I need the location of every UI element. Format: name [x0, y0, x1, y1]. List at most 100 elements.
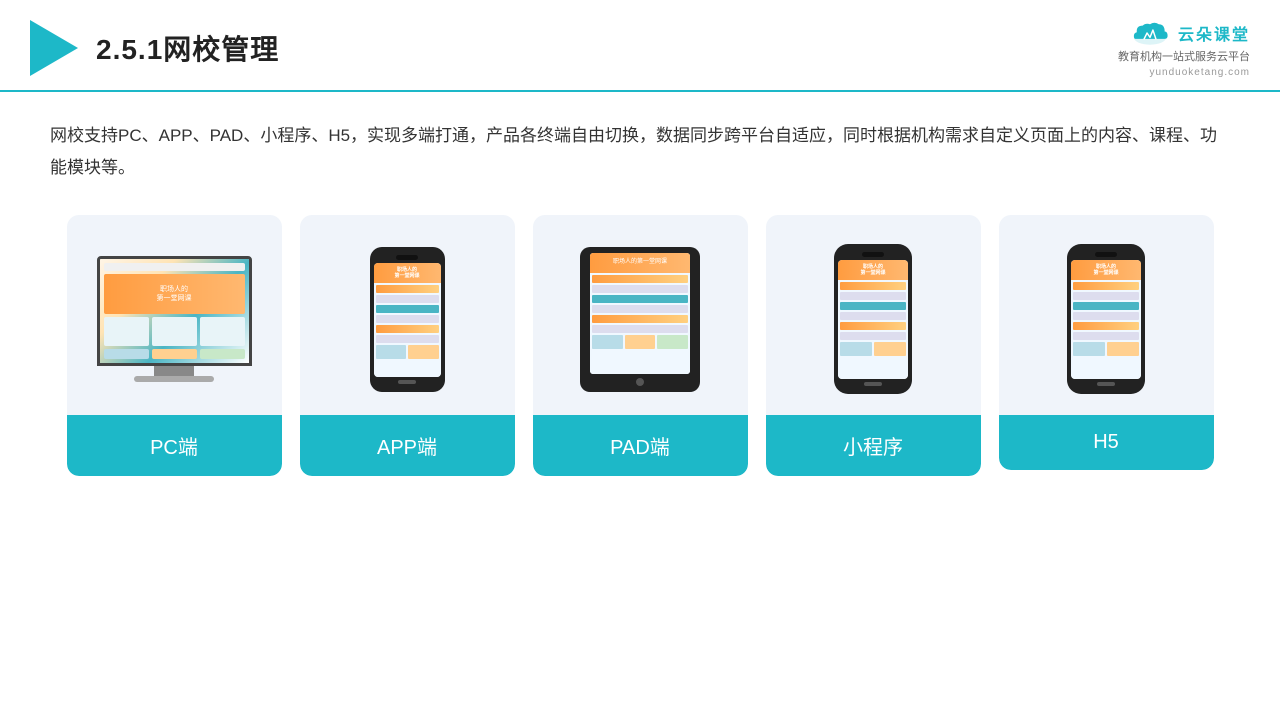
- pc-col-3: [200, 317, 245, 346]
- app-header-text: 职场人的第一堂网课: [394, 267, 419, 279]
- pc-col-2: [152, 317, 197, 346]
- mini-row-grid: [840, 342, 906, 356]
- pc-mockup: 职场人的第一堂网课: [97, 256, 252, 382]
- card-pad-label: PAD端: [533, 415, 748, 476]
- mini-row-4: [840, 312, 906, 320]
- pad-tablet-body: 职场人的第一堂网课: [580, 247, 700, 392]
- app-phone-notch: [396, 255, 418, 260]
- pc-col-1: [104, 317, 149, 346]
- app-row-1: [376, 285, 439, 293]
- mini-grid-2: [874, 342, 906, 356]
- h5-image-area: 职场人的第一堂网课: [999, 215, 1214, 415]
- pad-grid-3: [657, 335, 688, 349]
- main-content: 网校支持PC、APP、PAD、小程序、H5，实现多端打通，产品各终端自由切换，数…: [0, 92, 1280, 496]
- h5-grid-1: [1073, 342, 1105, 356]
- card-pc-label: PC端: [67, 415, 282, 476]
- pc-screen-rows: [104, 317, 245, 346]
- app-grid-1: [376, 345, 407, 359]
- app-row-2: [376, 295, 439, 303]
- card-mini-label: 小程序: [766, 415, 981, 476]
- app-row-4: [376, 315, 439, 323]
- card-app: 职场人的第一堂网课: [300, 215, 515, 476]
- mini-phone-notch: [862, 252, 884, 257]
- h5-row-1: [1073, 282, 1139, 290]
- mini-row-1: [840, 282, 906, 290]
- h5-phone-notch: [1095, 252, 1117, 257]
- h5-screen-header: 职场人的第一堂网课: [1071, 260, 1141, 280]
- app-row-grid: [376, 345, 439, 359]
- h5-phone-mockup: 职场人的第一堂网课: [1067, 244, 1145, 394]
- h5-grid-2: [1107, 342, 1139, 356]
- cloud-icon: [1128, 18, 1172, 48]
- pad-row-5: [592, 315, 688, 323]
- pc-bottom-2: [152, 349, 197, 359]
- mini-phone-body: 职场人的第一堂网课: [834, 244, 912, 394]
- card-h5: 职场人的第一堂网课: [999, 215, 1214, 470]
- pc-screen: 职场人的第一堂网课: [97, 256, 252, 366]
- pc-bottom-1: [104, 349, 149, 359]
- pad-row-3: [592, 295, 688, 303]
- mini-header-text: 职场人的第一堂网课: [860, 264, 885, 276]
- card-pad: 职场人的第一堂网课: [533, 215, 748, 476]
- pc-screen-banner: 职场人的第一堂网课: [104, 274, 245, 314]
- mini-phone-mockup: 职场人的第一堂网课: [834, 244, 912, 394]
- mini-screen-header: 职场人的第一堂网课: [838, 260, 908, 280]
- app-phone-body: 职场人的第一堂网课: [370, 247, 445, 392]
- app-image-area: 职场人的第一堂网课: [300, 215, 515, 415]
- description-text: 网校支持PC、APP、PAD、小程序、H5，实现多端打通，产品各终端自由切换，数…: [50, 120, 1230, 183]
- mini-phone-screen: 职场人的第一堂网课: [838, 260, 908, 379]
- pad-row-2: [592, 285, 688, 293]
- pc-stand: [154, 366, 194, 376]
- pad-row-grid: [592, 335, 688, 349]
- mini-home-btn: [864, 382, 882, 386]
- app-home-btn: [398, 380, 416, 384]
- page-title: 2.5.1网校管理: [96, 28, 279, 68]
- brand-logo: 云朵课堂 教育机构一站式服务云平台 yunduoketang.com: [1118, 18, 1250, 78]
- header-right: 云朵课堂 教育机构一站式服务云平台 yunduoketang.com: [1118, 18, 1250, 78]
- mini-image-area: 职场人的第一堂网课: [766, 215, 981, 415]
- h5-row-3: [1073, 302, 1139, 310]
- pad-row-6: [592, 325, 688, 333]
- header-left: 2.5.1网校管理: [30, 20, 279, 76]
- pad-home-dot: [636, 378, 644, 386]
- app-row-3: [376, 305, 439, 313]
- h5-row-2: [1073, 292, 1139, 300]
- app-row-5: [376, 325, 439, 333]
- brand-slogan: 教育机构一站式服务云平台: [1118, 50, 1250, 65]
- app-phone-mockup: 职场人的第一堂网课: [370, 247, 445, 392]
- pc-bottom-3: [200, 349, 245, 359]
- mini-row-2: [840, 292, 906, 300]
- card-h5-label: H5: [999, 415, 1214, 470]
- app-screen-header: 职场人的第一堂网课: [374, 263, 441, 283]
- card-app-label: APP端: [300, 415, 515, 476]
- pad-grid-1: [592, 335, 623, 349]
- app-phone-screen: 职场人的第一堂网课: [374, 263, 441, 377]
- h5-row-grid: [1073, 342, 1139, 356]
- app-grid-2: [408, 345, 439, 359]
- pad-image-area: 职场人的第一堂网课: [533, 215, 748, 415]
- pad-grid-2: [625, 335, 656, 349]
- mini-row-5: [840, 322, 906, 330]
- card-mini: 职场人的第一堂网课: [766, 215, 981, 476]
- app-screen-body: [374, 283, 441, 377]
- pc-bottom-rows: [104, 349, 245, 359]
- brand-logo-icon: 云朵课堂: [1128, 18, 1250, 48]
- pad-screen-header: 职场人的第一堂网课: [590, 253, 690, 273]
- mini-screen-body: [838, 280, 908, 379]
- mini-grid-1: [840, 342, 872, 356]
- h5-screen-body: [1071, 280, 1141, 379]
- pad-tablet-mockup: 职场人的第一堂网课: [580, 247, 700, 392]
- h5-home-btn: [1097, 382, 1115, 386]
- pc-screen-content: 职场人的第一堂网课: [100, 259, 249, 363]
- mini-row-3: [840, 302, 906, 310]
- brand-url: yunduoketang.com: [1149, 67, 1250, 78]
- h5-row-6: [1073, 332, 1139, 340]
- pc-image-area: 职场人的第一堂网课: [67, 215, 282, 415]
- pc-screen-bar: [104, 263, 245, 271]
- pad-tablet-screen: 职场人的第一堂网课: [590, 253, 690, 374]
- pad-header-text: 职场人的第一堂网课: [590, 253, 690, 265]
- h5-phone-body: 职场人的第一堂网课: [1067, 244, 1145, 394]
- app-row-6: [376, 335, 439, 343]
- pad-screen-body: [590, 273, 690, 374]
- cards-container: 职场人的第一堂网课: [50, 215, 1230, 476]
